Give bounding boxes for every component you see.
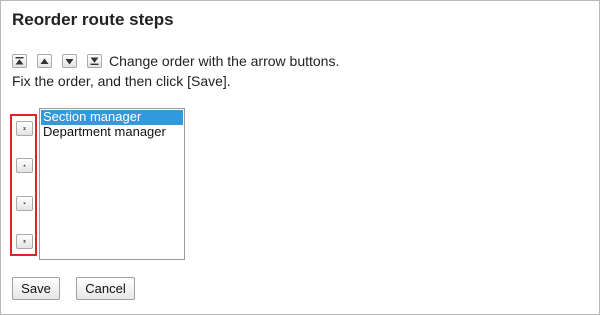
cancel-button[interactable]: Cancel [76,277,135,300]
save-button[interactable]: Save [12,277,60,300]
move-to-bottom-button[interactable] [16,234,33,249]
instruction-text: Change order with the arrow buttons. [109,53,340,69]
move-up-icon [37,54,52,68]
list-item-department-manager[interactable]: Department manager [41,125,183,140]
route-steps-listbox[interactable]: Section manager Department manager [39,108,185,260]
list-item-section-manager[interactable]: Section manager [41,110,183,125]
move-down-button[interactable] [16,196,33,211]
page-title: Reorder route steps [12,10,174,29]
move-to-top-icon [12,54,27,68]
move-down-icon [23,202,26,205]
move-down-icon [62,54,77,68]
move-to-top-button[interactable] [16,121,33,136]
reorder-panel: Reorder route steps Change order with th… [0,0,600,315]
move-to-bottom-icon [23,240,26,243]
move-up-icon [23,164,26,167]
move-to-top-icon [23,127,26,130]
move-up-button[interactable] [16,158,33,173]
move-to-bottom-icon [87,54,102,68]
instruction-save-text: Fix the order, and then click [Save]. [12,73,231,89]
